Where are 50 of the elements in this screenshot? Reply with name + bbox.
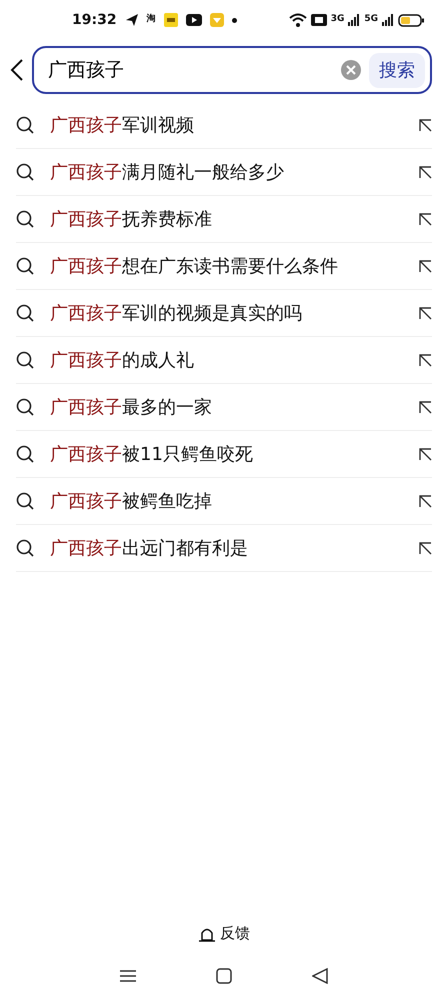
home-icon[interactable]: [216, 968, 232, 984]
feedback-link[interactable]: 反馈: [220, 922, 250, 944]
fill-arrow-icon[interactable]: [418, 447, 432, 461]
network-label: 5G: [364, 13, 378, 26]
dot-icon: [232, 18, 237, 22]
suggestion-item[interactable]: 广西孩子出远门都有利是: [50, 534, 402, 562]
suggestion-item[interactable]: 广西孩子满月随礼一般给多少: [50, 158, 402, 186]
status-time: 19:32: [72, 10, 117, 30]
fill-arrow-icon[interactable]: [418, 306, 432, 320]
search-icon: [16, 492, 34, 510]
suggestion-item[interactable]: 广西孩子抚养费标准: [50, 206, 402, 232]
search-icon: [16, 210, 34, 228]
suggestion-item[interactable]: 广西孩子的成人礼: [50, 346, 402, 374]
clear-icon[interactable]: [341, 60, 361, 80]
fill-arrow-icon[interactable]: [418, 259, 432, 273]
fill-arrow-icon[interactable]: [418, 165, 432, 179]
search-icon: [16, 116, 34, 134]
suggestion-item[interactable]: 广西孩子最多的一家: [50, 394, 402, 420]
app-icon: [164, 13, 178, 27]
suggestion-item[interactable]: 广西孩子被鳄鱼吃掉: [50, 488, 402, 514]
suggestion-item[interactable]: 广西孩子军训视频: [50, 112, 402, 138]
battery-icon: [398, 14, 424, 26]
suggestion-item[interactable]: 广西孩子军训的视频是真实的吗: [50, 300, 402, 326]
search-field[interactable]: 广西孩子 搜索: [32, 46, 432, 94]
app-glyph: 淘: [146, 13, 156, 26]
fill-arrow-icon[interactable]: [418, 353, 432, 367]
search-icon: [16, 257, 34, 275]
menu-icon[interactable]: [120, 969, 136, 983]
fill-arrow-icon[interactable]: [418, 212, 432, 226]
search-icon: [16, 351, 34, 369]
fill-arrow-icon[interactable]: [418, 118, 432, 132]
wifi-icon: [288, 13, 307, 27]
search-icon: [16, 398, 34, 416]
back-icon[interactable]: [10, 59, 24, 81]
search-button[interactable]: 搜索: [369, 52, 425, 88]
search-icon: [16, 163, 34, 181]
signal-icon: [348, 14, 360, 26]
network-label: 3G: [330, 13, 344, 26]
signal-icon: [382, 14, 394, 26]
search-icon: [16, 304, 34, 322]
back-triangle-icon[interactable]: [312, 968, 328, 984]
send-icon: [124, 13, 139, 27]
fill-arrow-icon[interactable]: [418, 400, 432, 414]
suggestion-item[interactable]: 广西孩子想在广东读书需要什么条件: [50, 252, 402, 280]
search-icon: [16, 539, 34, 557]
play-icon: [186, 14, 202, 26]
fill-arrow-icon[interactable]: [418, 494, 432, 508]
search-icon: [16, 445, 34, 463]
fill-arrow-icon[interactable]: [418, 541, 432, 555]
suggestion-item[interactable]: 广西孩子被11只鳄鱼咬死: [50, 440, 402, 468]
